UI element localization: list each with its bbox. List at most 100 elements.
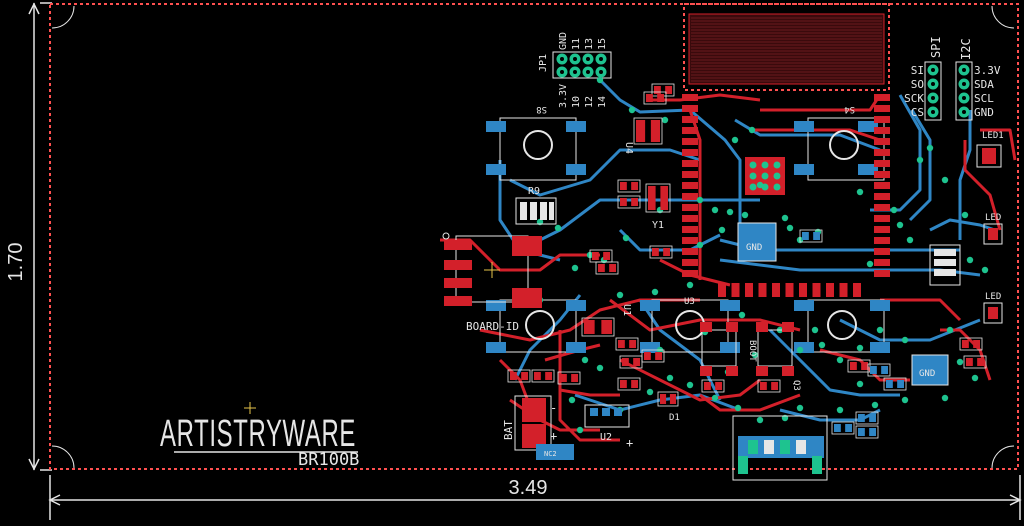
via — [871, 401, 879, 409]
antenna-area — [683, 3, 890, 91]
via — [628, 106, 636, 114]
label-gnd-right: GND — [919, 369, 935, 379]
cap-c13-pad — [870, 366, 877, 374]
diode-d1-pad — [660, 394, 667, 404]
header-i2c: I2C 3.3VSDASCLGND — [955, 38, 1001, 121]
via — [781, 214, 789, 222]
via — [596, 364, 604, 372]
header-pin-hole — [962, 96, 966, 100]
diode-d1-pad — [669, 394, 676, 404]
jp1-top-pin-label: 15 — [597, 38, 608, 50]
battery-connector: NC2 BAT - + — [502, 395, 574, 460]
thermal-via — [773, 172, 781, 180]
header-pin-hole — [586, 70, 590, 74]
thermal-via — [749, 183, 757, 191]
label-board-id: BOARD-ID — [466, 320, 519, 333]
cap-pad — [646, 94, 653, 102]
jp1-top-pin-label: 11 — [571, 38, 582, 50]
jp1-bottom-pin-label: 3.3V — [558, 84, 569, 108]
jp1-top-pin-label: 13 — [584, 38, 595, 50]
module-pad — [874, 116, 890, 123]
module-pad — [682, 237, 698, 244]
reset-pad — [700, 366, 712, 376]
module-pad — [853, 283, 861, 297]
jp1-top-pin-label: GND — [558, 32, 569, 50]
via — [756, 181, 764, 189]
header-pin-hole — [931, 110, 935, 114]
module-pad — [682, 215, 698, 222]
label-r9: R9 — [528, 186, 540, 197]
thermal-via — [749, 161, 757, 169]
label-u1: U1 — [621, 304, 632, 316]
module-pad — [874, 138, 890, 145]
via — [554, 224, 562, 232]
via — [856, 344, 864, 352]
res-r7-pad — [977, 358, 984, 366]
usb-connector — [732, 415, 828, 481]
module-pad — [682, 259, 698, 266]
thermal-via — [761, 161, 769, 169]
res-r13-pad — [813, 232, 820, 240]
via — [571, 264, 579, 272]
header-jp1: JP1 GND 11 13 15 3.3V 10 12 14 — [538, 32, 612, 108]
jp1-bottom-pin-label: 12 — [584, 96, 595, 108]
crystal-y1-pad — [648, 186, 656, 210]
res-r11-pad — [858, 414, 865, 422]
via — [726, 208, 734, 216]
switch-right — [794, 299, 890, 353]
res-r10-pad — [858, 428, 865, 436]
cap-pad — [598, 264, 605, 272]
cap-c9-pad — [631, 198, 638, 206]
module-pad — [874, 204, 890, 211]
i2c-pin-label: SDA — [974, 78, 994, 91]
via — [581, 356, 589, 364]
module-pad — [682, 138, 698, 145]
res-r3-pad — [510, 372, 517, 380]
module-pad — [874, 127, 890, 134]
cap-c3-pad — [592, 252, 599, 260]
chip-u1-pad — [601, 320, 612, 334]
header-pin-hole — [962, 110, 966, 114]
module-pad — [874, 259, 890, 266]
module-pad — [682, 226, 698, 233]
i2c-pin-label: GND — [974, 106, 994, 119]
label-bat-minus: - — [550, 401, 557, 415]
qfn-chip-main: GND — [737, 222, 777, 262]
via — [901, 336, 909, 344]
module-pad — [682, 270, 698, 277]
module-pad — [799, 283, 807, 297]
spi-pin-label: SCK — [904, 92, 924, 105]
res-r1-pad — [622, 358, 629, 366]
via — [896, 221, 904, 229]
model-text: BR100B — [298, 450, 359, 470]
boot-pad — [756, 366, 768, 376]
res-r6-pad — [631, 380, 638, 388]
module-pad — [874, 237, 890, 244]
via — [966, 256, 974, 264]
via — [906, 236, 914, 244]
res-r15-pad — [861, 362, 868, 370]
height-dimension-label: 1.70 — [5, 243, 27, 282]
header-pin-hole — [560, 70, 564, 74]
via — [796, 404, 804, 412]
res-r14-pad — [962, 340, 969, 348]
module-pad — [839, 283, 848, 297]
spi-pin-label: SI — [911, 64, 924, 77]
via — [901, 396, 909, 404]
module-pad — [874, 193, 890, 200]
qfn-chip-right: GND — [911, 354, 949, 386]
via — [956, 358, 964, 366]
via — [856, 380, 864, 388]
header-pin-hole — [931, 96, 935, 100]
res-r5-pad — [771, 382, 778, 390]
res-r4-pad — [545, 372, 552, 380]
header-pin-hole — [586, 57, 590, 61]
via — [616, 291, 624, 299]
via — [946, 326, 954, 334]
reset-pad — [700, 322, 712, 332]
thermal-via-grid — [745, 157, 785, 195]
artistryware-logo: ARTISTRYWARE BR100B — [160, 402, 359, 470]
module-pad — [826, 283, 834, 297]
cap-c3-pad — [603, 252, 610, 260]
module-pad — [874, 248, 890, 255]
